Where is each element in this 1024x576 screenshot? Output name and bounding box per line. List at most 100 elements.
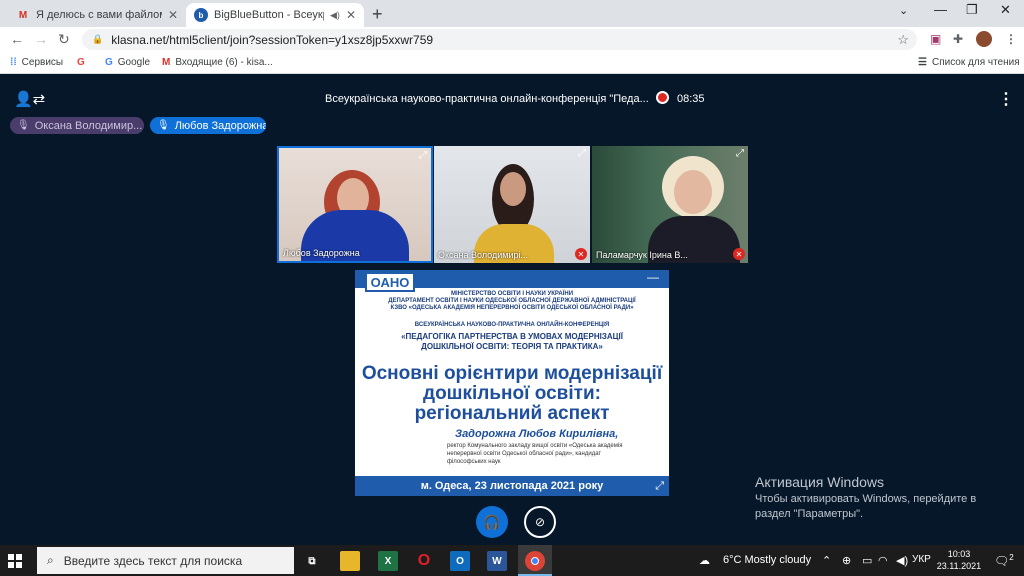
weather-text[interactable]: 6°C Mostly cloudy	[723, 554, 811, 566]
bookmark-inbox[interactable]: M Входящие (6) - kisa...	[162, 57, 273, 68]
outlook-icon[interactable]: O	[450, 551, 470, 571]
reading-list[interactable]: ☰ Список для чтения	[918, 57, 1020, 68]
volume-icon[interactable]: ◀)	[896, 554, 908, 567]
video-camera-off-icon: ⊘	[534, 515, 546, 529]
video-button[interactable]: ⊘	[524, 506, 556, 538]
windows-taskbar: ⌕ Введите здесь текст для поиска ⧉ X O O…	[0, 545, 1024, 576]
browser-tab-gmail[interactable]: M Я делюсь с вами файлом 0_Зап ✕	[8, 3, 186, 27]
opera-icon[interactable]: O	[414, 551, 434, 571]
microphone-icon: 🎙	[17, 120, 30, 131]
talker-pill[interactable]: 🎙 Оксана Володимир...	[10, 117, 144, 134]
clock-date: 23.11.2021	[936, 561, 982, 571]
minimize-button[interactable]: —	[934, 2, 947, 17]
search-placeholder: Введите здесь текст для поиска	[63, 553, 243, 568]
slide-org-line: КЗВО «ОДЕСЬКА АКАДЕМІЯ НЕПЕРЕРВНОЇ ОСВІТ…	[390, 305, 634, 311]
activation-watermark-text: Чтобы активировать Windows, перейдите в	[755, 493, 977, 505]
speaker-icon: ◀)	[330, 9, 340, 20]
bookmark-services[interactable]: ⁞⁞ Сервисы	[10, 57, 63, 68]
slide-author-desc: неперервної освіти Одеської обласної рад…	[447, 451, 602, 457]
notification-count: 2	[1009, 553, 1014, 562]
slide-conf-title: ДОШКІЛЬНОЇ ОСВІТИ: ТЕОРІЯ ТА ПРАКТИКА»	[421, 342, 603, 351]
slide-author-desc: філософських наук	[447, 459, 501, 465]
fullscreen-icon[interactable]: ⤢	[736, 148, 744, 159]
slide-conf-title: «ПЕДАГОГІКА ПАРТНЕРСТВА В УМОВАХ МОДЕРНІ…	[401, 332, 623, 341]
wifi-icon[interactable]: ◠	[878, 554, 888, 567]
muted-mic-icon: ✕	[575, 248, 587, 260]
reading-list-icon: ☰	[918, 57, 927, 68]
tab-search-icon[interactable]: ⌄	[899, 4, 908, 17]
url-field[interactable]: 🔒 klasna.net/html5client/join?sessionTok…	[82, 29, 917, 50]
fullscreen-icon[interactable]: ⤢	[578, 148, 586, 159]
bookmark-star-icon[interactable]: ☆	[897, 32, 909, 48]
gmail-icon: M	[162, 57, 171, 68]
bigbluebutton-icon: b	[194, 8, 208, 22]
slide-footer-text: м. Одеса, 23 листопада 2021 року	[420, 480, 604, 492]
slide-author: Задорожна Любов Кирилівна,	[455, 428, 619, 440]
windows-start-icon[interactable]	[8, 554, 22, 568]
taskbar-search-input[interactable]: ⌕ Введите здесь текст для поиска	[37, 547, 294, 574]
tab-title: BigBlueButton - Всеукраїнськ	[214, 9, 324, 21]
avatar[interactable]	[976, 31, 992, 47]
browser-tab-bbb[interactable]: b BigBlueButton - Всеукраїнськ ◀) ✕	[186, 3, 364, 27]
slide-title: дошкільної освіти:	[423, 383, 601, 404]
bookmark-google-g[interactable]: G	[77, 57, 90, 68]
close-tab-icon[interactable]: ✕	[168, 8, 178, 22]
slide-footer: м. Одеса, 23 листопада 2021 року	[355, 476, 669, 496]
options-menu-icon[interactable]: ⋮	[998, 89, 1014, 109]
bookmark-label: Входящие (6) - kisa...	[175, 57, 273, 68]
bbb-meeting: 👤⇄ Всеукраїнська науково-практична онлай…	[0, 75, 1024, 545]
clock[interactable]: 10:03 23.11.2021	[934, 548, 984, 572]
presentation-slide: ОАНО — МІНІСТЕРСТВО ОСВІТИ І НАУКИ УКРАЇ…	[355, 270, 669, 496]
tray-chevron-icon[interactable]: ⌃	[822, 554, 831, 567]
forward-button[interactable]: →	[34, 31, 48, 47]
webcam-tile[interactable]: ⤢ Паламарчук Ірина В... ✕	[592, 146, 748, 263]
extensions-puzzle-icon[interactable]: ✚	[953, 32, 963, 46]
url-text: klasna.net/html5client/join?sessionToken…	[111, 32, 434, 47]
clock-time: 10:03	[947, 549, 971, 559]
tab-title: Я делюсь с вами файлом 0_Зап	[36, 9, 162, 21]
meeting-title: Всеукраїнська науково-практична онлайн-к…	[325, 93, 649, 105]
address-bar-row: ← → ↻ 🔒 klasna.net/html5client/join?sess…	[0, 27, 1024, 52]
talker-name: Оксана Володимир...	[34, 119, 143, 132]
lock-icon: 🔒	[92, 34, 104, 44]
browser-tabbar: M Я делюсь с вами файлом 0_Зап ✕ b BigBl…	[0, 0, 1024, 27]
google-icon: G	[105, 57, 113, 68]
webcam-tile[interactable]: ⤢ Любов Задорожна	[277, 146, 433, 263]
file-explorer-icon[interactable]	[340, 551, 360, 571]
audio-button[interactable]: 🎧	[476, 506, 508, 538]
users-toggle-icon[interactable]: 👤⇄	[14, 90, 45, 108]
excel-icon[interactable]: X	[378, 551, 398, 571]
minimize-presentation-button[interactable]: —	[643, 270, 663, 288]
reload-button[interactable]: ↻	[58, 31, 70, 48]
fullscreen-icon[interactable]: ⤢	[419, 150, 427, 161]
bookmark-label: Сервисы	[21, 57, 64, 68]
headphones-icon: 🎧	[483, 513, 501, 530]
close-window-button[interactable]: ✕	[1000, 2, 1011, 18]
webcam-feed-face	[674, 170, 712, 214]
maximize-button[interactable]: ❐	[966, 2, 978, 18]
menu-icon[interactable]: ⋮	[1005, 32, 1017, 46]
logo: ОАНО	[365, 272, 415, 292]
back-button[interactable]: ←	[10, 31, 24, 47]
tray-app-icon[interactable]: ▭	[862, 554, 872, 567]
word-icon[interactable]: W	[487, 551, 507, 571]
gmail-icon: M	[18, 9, 28, 21]
apps-grid-icon: ⁞⁞	[10, 57, 17, 68]
chrome-icon[interactable]	[525, 551, 545, 571]
search-icon: ⌕	[47, 553, 54, 567]
recording-icon[interactable]	[656, 91, 669, 104]
weather-icon[interactable]: ☁	[699, 554, 710, 567]
talker-pill-active[interactable]: 🎙 Любов Задорожна	[150, 117, 266, 134]
bookmark-label: Google	[117, 57, 151, 68]
language-indicator[interactable]: УКР	[912, 554, 931, 565]
close-tab-icon[interactable]: ✕	[346, 8, 356, 22]
fullscreen-icon[interactable]: ⤢	[655, 480, 664, 493]
task-view-icon[interactable]: ⧉	[302, 551, 322, 571]
notifications-icon[interactable]: 🗨2	[994, 553, 1014, 568]
network-icon[interactable]: ⊕	[842, 554, 851, 567]
slide-org-line: МІНІСТЕРСТВО ОСВІТИ І НАУКИ УКРАЇНИ	[450, 291, 574, 297]
bookmark-google[interactable]: G Google	[105, 57, 150, 68]
webcam-tile[interactable]: ⤢ Оксана Володимирі... ✕	[434, 146, 590, 263]
extension-icon[interactable]: ▣	[930, 32, 941, 46]
new-tab-button[interactable]: +	[372, 4, 383, 25]
